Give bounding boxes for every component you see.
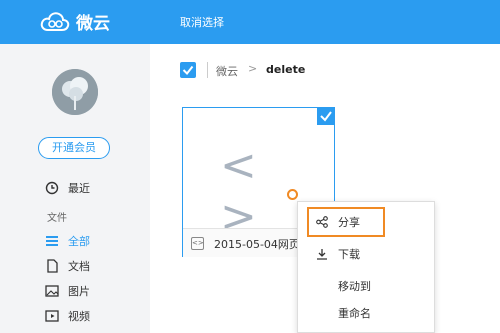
document-icon	[47, 259, 58, 273]
open-vip-button[interactable]: 开通会员	[38, 137, 110, 159]
menu-item-label: 移动到	[338, 280, 371, 293]
image-icon	[45, 285, 59, 297]
sidebar-item-label: 最近	[68, 182, 90, 195]
sidebar-item-videos[interactable]: 视频	[45, 307, 90, 325]
sidebar-item-documents[interactable]: 文档	[45, 257, 90, 275]
sidebar-item-recent[interactable]: 最近	[45, 179, 90, 197]
video-icon	[45, 310, 59, 322]
check-icon	[320, 111, 332, 122]
breadcrumb-separator: >	[248, 62, 258, 75]
sidebar-item-label: 图片	[68, 285, 90, 298]
avatar[interactable]	[52, 69, 98, 115]
breadcrumb-divider	[207, 62, 208, 78]
menu-item-label: 重命名	[338, 307, 371, 320]
menu-item-move-to[interactable]: 移动到	[298, 273, 436, 299]
sidebar-item-label: 文档	[68, 260, 90, 273]
menu-item-label: 下载	[338, 248, 360, 261]
download-icon	[317, 249, 327, 260]
list-icon	[46, 236, 58, 246]
context-menu: 分享 下载 移动到 重命名	[297, 201, 435, 333]
avatar-tree-icon	[52, 69, 98, 115]
files-section-label: 文件	[47, 213, 67, 224]
menu-item-rename[interactable]: 重命名	[298, 300, 436, 326]
file-selected-checkbox[interactable]	[317, 107, 335, 125]
sidebar-item-all[interactable]: 全部	[45, 232, 90, 250]
select-all-checkbox[interactable]	[180, 62, 196, 78]
check-icon	[182, 65, 194, 76]
sidebar-item-label: 视频	[68, 310, 90, 323]
sidebar-item-images[interactable]: 图片	[45, 282, 90, 300]
app-brand: 微云	[76, 14, 110, 34]
top-bar: 微云 取消选择	[0, 0, 500, 44]
file-type-icon: <>	[191, 237, 204, 250]
cancel-select-button[interactable]: 取消选择	[180, 14, 224, 30]
share-highlight-box	[307, 207, 385, 237]
menu-item-download[interactable]: 下载	[298, 241, 436, 267]
cloud-logo-icon	[40, 12, 70, 31]
breadcrumb-current: delete	[266, 63, 306, 76]
clock-icon	[45, 181, 59, 195]
sidebar: 开通会员 最近 文件 全部 文档 图片 视频	[0, 44, 150, 333]
sidebar-item-label: 全部	[68, 235, 90, 248]
breadcrumb-root[interactable]: 微云	[216, 63, 238, 79]
cursor-indicator-icon	[287, 189, 298, 200]
